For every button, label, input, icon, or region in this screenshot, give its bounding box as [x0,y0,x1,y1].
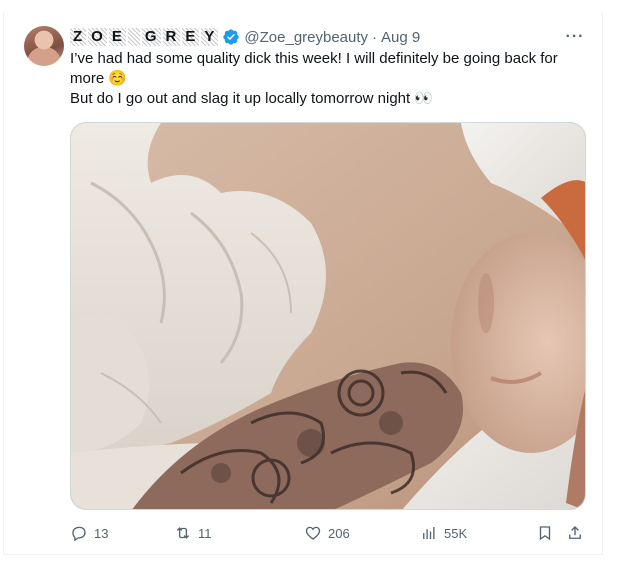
bookmark-button[interactable] [536,524,554,542]
display-name-char: Z [70,28,87,46]
tweet-actions: 13 11 206 55K [70,520,586,546]
like-icon [305,526,321,540]
reply-count: 13 [94,525,109,541]
views-count: 55K [444,525,468,541]
reply-button[interactable]: 13 [70,524,108,542]
reply-icon [72,526,86,542]
tweet-photo[interactable] [70,122,586,510]
bookmark-icon [539,526,551,541]
display-name[interactable]: Z O E G R E Y [70,28,219,46]
retweet-icon [176,527,190,539]
share-button[interactable] [566,524,584,542]
display-name-char: R [162,28,181,46]
tweet-header: Z O E G R E Y @Zoe_greybeauty · Aug 9 ··… [70,26,586,48]
tweet-text-line: But do I go out and slag it up locally t… [70,90,434,107]
photo-image [71,123,585,509]
display-name-space [127,28,140,46]
tweet-card[interactable]: Z O E G R E Y @Zoe_greybeauty · Aug 9 ··… [3,12,603,555]
like-button[interactable]: 206 [304,524,350,542]
more-icon[interactable]: ··· [564,26,586,48]
display-name-char: E [108,28,126,46]
retweet-count: 11 [198,525,212,541]
display-name-char: O [88,28,107,46]
views-button[interactable]: 55K [420,524,467,542]
avatar[interactable] [24,26,64,66]
retweet-button[interactable]: 11 [174,524,212,542]
display-name-char: G [141,28,161,46]
share-icon [569,526,581,539]
display-name-char: Y [201,28,219,46]
tweet-date[interactable]: Aug 9 [381,29,420,46]
tweet-text: I’ve had had some quality dick this week… [70,49,590,109]
tweet-text-line: I’ve had had some quality dick this week… [70,50,558,87]
like-count: 206 [328,525,350,541]
separator: · [372,28,378,46]
verified-badge-icon [222,28,240,46]
display-name-char: E [182,28,200,46]
handle[interactable]: @Zoe_greybeauty [244,29,368,46]
views-icon [423,527,435,539]
